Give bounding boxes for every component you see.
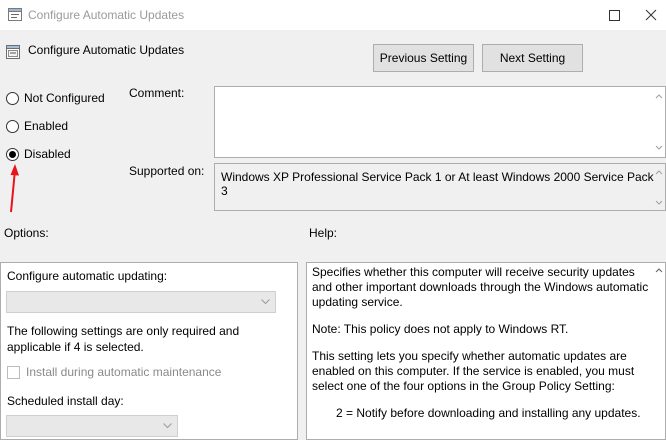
red-arrow-icon <box>10 164 19 213</box>
help-paragraph: This setting lets you specify whether au… <box>312 349 635 393</box>
comment-scrollbar[interactable] <box>653 87 665 157</box>
radio-not-configured-label: Not Configured <box>24 91 105 105</box>
chevron-down-icon <box>261 299 270 305</box>
scheduled-day-select[interactable] <box>6 415 178 437</box>
title-bar: Configure Automatic Updates <box>0 0 666 30</box>
supported-scrollbar[interactable] <box>653 164 665 210</box>
previous-setting-button[interactable]: Previous Setting <box>373 44 474 72</box>
help-paragraph: 2 = Notify before downloading and instal… <box>336 406 641 420</box>
help-paragraph: Specifies whether this computer will rec… <box>312 265 649 309</box>
close-icon <box>645 9 657 21</box>
radio-not-configured-circle[interactable] <box>6 91 19 105</box>
radio-enabled[interactable]: Enabled <box>6 118 68 134</box>
window-title: Configure Automatic Updates <box>28 8 185 22</box>
comment-textarea[interactable] <box>214 86 666 158</box>
supported-on-value: Windows XP Professional Service Pack 1 o… <box>221 170 654 198</box>
configure-updating-select[interactable] <box>6 291 276 313</box>
options-header: Options: <box>4 226 49 240</box>
radio-enabled-circle[interactable] <box>6 119 19 133</box>
next-setting-button[interactable]: Next Setting <box>482 44 583 72</box>
radio-disabled-label: Disabled <box>24 147 71 161</box>
radio-enabled-label: Enabled <box>24 119 69 133</box>
scheduled-day-label: Scheduled install day: <box>7 394 124 408</box>
maximize-button[interactable] <box>598 0 630 30</box>
chevron-down-icon <box>163 423 172 429</box>
help-paragraph: Note: This policy does not apply to Wind… <box>312 322 569 336</box>
radio-disabled-circle[interactable] <box>6 147 19 161</box>
maximize-icon <box>608 9 620 21</box>
policy-setting-icon <box>6 45 20 59</box>
comment-label: Comment: <box>129 86 185 100</box>
install-maintenance-checkbox[interactable] <box>7 365 20 379</box>
configure-updating-label: Configure automatic updating: <box>7 269 168 283</box>
options-panel: Configure automatic updating: The follow… <box>0 262 298 440</box>
policy-window-icon <box>8 8 22 21</box>
policy-title: Configure Automatic Updates <box>28 43 185 57</box>
supported-on-field: Windows XP Professional Service Pack 1 o… <box>214 163 666 211</box>
radio-not-configured[interactable]: Not Configured <box>6 90 105 106</box>
settings-note: The following settings are only required… <box>7 324 240 354</box>
install-maintenance-option[interactable]: Install during automatic maintenance <box>7 365 221 379</box>
install-maintenance-label: Install during automatic maintenance <box>26 365 222 379</box>
close-button[interactable] <box>636 0 666 30</box>
help-scrollbar[interactable] <box>653 263 665 439</box>
help-header: Help: <box>309 226 338 240</box>
help-panel: Specifies whether this computer will rec… <box>306 262 666 440</box>
help-text: Specifies whether this computer will rec… <box>312 265 654 433</box>
supported-on-label: Supported on: <box>129 164 205 178</box>
